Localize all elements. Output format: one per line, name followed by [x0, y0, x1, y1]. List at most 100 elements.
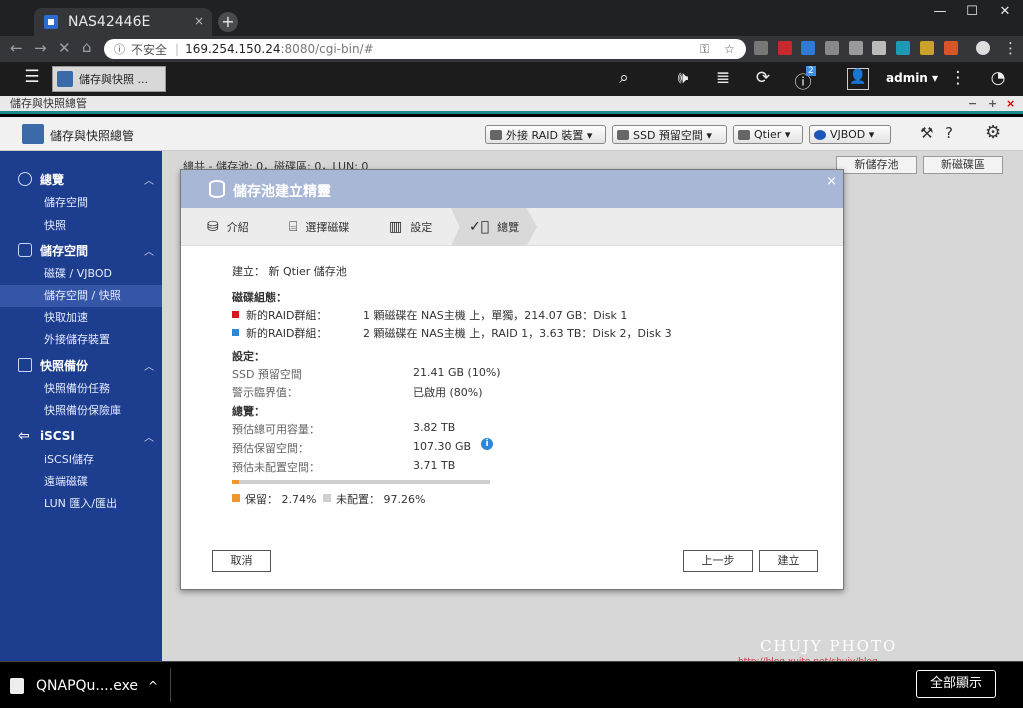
- address-bar[interactable]: ⓘ 不安全 | 169.254.150.24 :8080/cgi-bin/# ⚿…: [104, 39, 746, 59]
- sidebar-item-snapshot-backup-jobs[interactable]: 快照備份任務: [0, 378, 162, 400]
- create-button[interactable]: 建立: [759, 550, 818, 572]
- back-arrow-icon[interactable]: ←: [10, 39, 23, 57]
- cancel-button[interactable]: 取消: [212, 550, 271, 572]
- download-bar: QNAPQu....exe ^: [0, 661, 1023, 708]
- raid-group-color-swatch: [232, 311, 239, 318]
- window-close-button[interactable]: ×: [1006, 96, 1015, 112]
- extension-icon[interactable]: [849, 41, 863, 55]
- disks-icon: ⛁: [207, 219, 219, 235]
- setting-label: SSD 預留空間: [232, 368, 302, 381]
- maximize-button[interactable]: ☐: [957, 4, 987, 19]
- close-window-button[interactable]: ✕: [990, 4, 1020, 19]
- new-pool-button[interactable]: 新儲存池: [836, 156, 917, 174]
- volume-icon[interactable]: 🕪: [671, 68, 695, 88]
- help-icon[interactable]: ?: [945, 124, 953, 142]
- raid-group-label: 新的RAID群組：: [246, 327, 328, 340]
- sidebar-item-storage-snapshots[interactable]: 儲存空間 / 快照: [0, 285, 162, 307]
- sidebar-item-snapshot-vault[interactable]: 快照備份保險庫: [0, 400, 162, 422]
- background-tasks-icon[interactable]: ≣: [711, 68, 735, 88]
- info-circle-icon[interactable]: ⓘ: [114, 41, 125, 57]
- extension-icon[interactable]: [825, 41, 839, 55]
- forward-arrow-icon[interactable]: →: [34, 39, 47, 57]
- extension-icon[interactable]: [801, 41, 815, 55]
- more-options-icon[interactable]: ⋮: [946, 68, 970, 88]
- download-item[interactable]: QNAPQu....exe ^: [10, 670, 170, 702]
- extension-icon[interactable]: [920, 41, 934, 55]
- browser-tab[interactable]: NAS42446E ×: [34, 8, 212, 36]
- user-menu[interactable]: admin ▾: [886, 71, 938, 85]
- settings-gear-icon[interactable]: ⚙: [985, 122, 1001, 143]
- extension-icon[interactable]: [754, 41, 768, 55]
- tools-icon[interactable]: ⚒: [920, 124, 933, 142]
- wizard-close-icon[interactable]: ×: [826, 174, 837, 189]
- sidebar-group-iscsi[interactable]: ⇦ iSCSI ︿: [0, 425, 162, 447]
- storage-pool-icon: [209, 180, 225, 198]
- watermark-title: CHUJY PHOTO: [760, 637, 898, 655]
- search-icon[interactable]: ⌕: [612, 68, 636, 88]
- vjbod-icon: [814, 129, 826, 140]
- sidebar-item-disks-vjbod[interactable]: 磁碟 / VJBOD: [0, 263, 162, 285]
- raid-icon: [490, 129, 502, 140]
- sidebar-group-overview[interactable]: 總覽 ︿: [0, 168, 162, 190]
- external-raid-button[interactable]: 外接 RAID 裝置 ▾: [485, 125, 606, 144]
- app-taskbar-label: 儲存與快照 ...: [79, 73, 148, 86]
- tab-close-icon[interactable]: ×: [194, 14, 204, 28]
- wizard-header: 儲存池建立精靈 ×: [181, 170, 843, 208]
- sidebar-item-remote-disk[interactable]: 遠端磁碟: [0, 471, 162, 493]
- new-volume-button[interactable]: 新磁碟區: [923, 156, 1003, 174]
- info-icon[interactable]: i: [481, 438, 493, 450]
- overview-value: 107.30 GB: [413, 440, 472, 453]
- notification-badge: 2: [806, 66, 816, 76]
- browser-menu-icon[interactable]: ⋮: [1003, 39, 1018, 57]
- external-devices-icon[interactable]: ⟳: [751, 68, 775, 88]
- chevron-up-icon[interactable]: ︿: [144, 358, 154, 373]
- sidebar-group-snapshot-backup[interactable]: 快照備份 ︿: [0, 354, 162, 376]
- dashboard-gauge-icon[interactable]: ◔: [986, 68, 1010, 88]
- sidebar-item-snapshot[interactable]: 快照: [0, 215, 162, 237]
- step-select-disks: ⌸ 選擇磁碟: [289, 219, 350, 235]
- sidebar-item-external-storage[interactable]: 外接儲存裝置: [0, 329, 162, 351]
- browser-tab-title: NAS42446E: [68, 14, 151, 30]
- window-minimize-button[interactable]: −: [968, 96, 977, 112]
- close-load-icon[interactable]: ✕: [58, 39, 71, 57]
- minimize-button[interactable]: —: [925, 4, 955, 19]
- settings-heading: 設定：: [232, 350, 265, 363]
- sidebar-item-storage[interactable]: 儲存空間: [0, 192, 162, 214]
- window-title: 儲存與快照總管: [10, 97, 87, 110]
- ssd-overprovision-button[interactable]: SSD 預留空間 ▾: [612, 125, 727, 144]
- overview-value: 3.82 TB: [413, 421, 456, 434]
- home-icon[interactable]: ⌂: [82, 38, 92, 56]
- security-label: 不安全: [131, 42, 168, 57]
- user-avatar-icon[interactable]: 👤: [847, 68, 869, 90]
- raid-settings-icon: ▥: [389, 219, 403, 235]
- vjbod-button[interactable]: VJBOD ▾: [809, 125, 891, 144]
- sidebar-item-lun-import-export[interactable]: LUN 匯入/匯出: [0, 493, 162, 515]
- hamburger-menu-icon[interactable]: ☰: [20, 67, 44, 87]
- storage-icon: [18, 243, 32, 257]
- profile-avatar[interactable]: [976, 41, 990, 55]
- show-all-downloads-button[interactable]: 全部顯示: [916, 670, 996, 698]
- extension-icon[interactable]: [872, 41, 886, 55]
- new-tab-button[interactable]: +: [218, 12, 238, 32]
- chevron-up-icon[interactable]: ︿: [144, 243, 154, 258]
- chevron-up-icon[interactable]: ^: [148, 679, 158, 693]
- key-icon[interactable]: ⚿: [700, 42, 709, 57]
- step-settings: ▥ 設定: [389, 219, 433, 235]
- adblock-icon[interactable]: [778, 41, 792, 55]
- extension-icon[interactable]: [944, 41, 958, 55]
- chevron-up-icon[interactable]: ︿: [144, 172, 154, 187]
- sidebar-item-cache-acceleration[interactable]: 快取加速: [0, 307, 162, 329]
- qnap-favicon-icon: [44, 15, 58, 29]
- sidebar-item-iscsi-storage[interactable]: iSCSI儲存: [0, 449, 162, 471]
- raid-group-desc: 2 顆磁碟在 NAS主機 上，RAID 1，3.63 TB：Disk 2，Dis…: [363, 327, 672, 340]
- iscsi-icon: ⇦: [18, 428, 30, 444]
- app-taskbar-item[interactable]: 儲存與快照 ...: [52, 66, 166, 92]
- sidebar-group-storage[interactable]: 儲存空間 ︿: [0, 239, 162, 261]
- qtier-button[interactable]: Qtier ▾: [733, 125, 803, 144]
- star-icon[interactable]: ☆: [724, 42, 735, 56]
- storage-snapshots-logo-icon: [22, 124, 44, 144]
- extension-icon[interactable]: [896, 41, 910, 55]
- back-button[interactable]: 上一步: [683, 550, 753, 572]
- chevron-up-icon[interactable]: ︿: [144, 429, 154, 444]
- window-maximize-button[interactable]: +: [988, 96, 997, 112]
